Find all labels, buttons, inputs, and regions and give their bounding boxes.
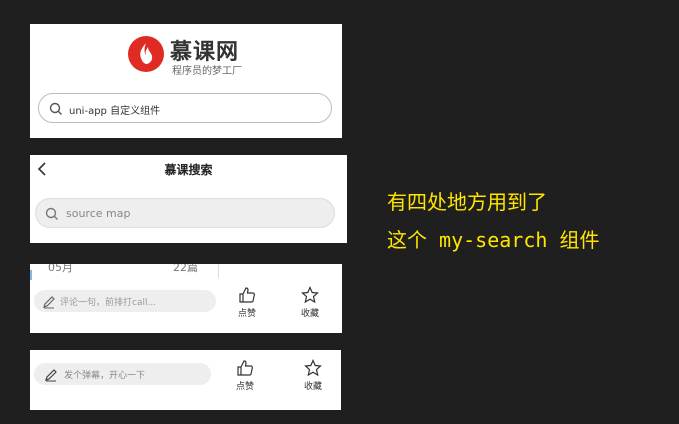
divider	[218, 264, 219, 278]
brand-slogan: 程序员的梦工厂	[172, 66, 242, 77]
search-input[interactable]: source map	[35, 198, 335, 228]
page-title: 慕课搜索	[164, 163, 213, 177]
star-icon	[304, 359, 322, 377]
caption-line-2: 这个 my-search 组件	[387, 228, 600, 252]
danmaku-input[interactable]: 发个弹幕，开心一下	[34, 363, 211, 385]
caption-line-1: 有四处地方用到了	[387, 190, 547, 214]
comment-placeholder: 评论一句，前排打call...	[60, 298, 157, 308]
imooc-logo: 慕课网 程序员的梦工厂	[128, 36, 278, 77]
danmaku-bar-panel: 发个弹幕，开心一下 点赞 收藏	[30, 350, 341, 410]
favorite-label: 收藏	[303, 382, 322, 392]
thumbs-up-icon	[239, 287, 255, 303]
favorite-label: 收藏	[300, 309, 319, 319]
home-search-bar[interactable]: uni-app 自定义组件	[38, 93, 332, 123]
pencil-icon	[44, 367, 58, 386]
like-button[interactable]: 点赞	[230, 286, 264, 319]
like-label: 点赞	[237, 309, 256, 319]
star-icon	[301, 286, 319, 304]
edge-marker	[30, 270, 32, 280]
flame-logo-icon	[128, 36, 164, 72]
comment-input[interactable]: 评论一句，前排打call...	[34, 290, 216, 312]
danmaku-placeholder: 发个弹幕，开心一下	[64, 371, 146, 381]
like-button[interactable]: 点赞	[228, 359, 262, 392]
favorite-button[interactable]: 收藏	[293, 286, 327, 319]
cropped-stat-left: 05月	[48, 264, 73, 274]
search-placeholder: uni-app 自定义组件	[69, 106, 161, 117]
search-icon	[49, 101, 63, 120]
search-icon	[45, 206, 59, 225]
favorite-button[interactable]: 收藏	[296, 359, 330, 392]
cropped-stat-right: 22篇	[173, 264, 198, 274]
search-page-panel: 慕课搜索 source map	[30, 155, 347, 243]
comment-bar-panel: 05月 22篇 评论一句，前排打call... 点赞 收藏	[30, 264, 342, 333]
like-label: 点赞	[235, 382, 254, 392]
search-placeholder: source map	[66, 207, 131, 220]
thumbs-up-icon	[237, 360, 253, 376]
home-search-panel: 慕课网 程序员的梦工厂 uni-app 自定义组件	[30, 24, 342, 138]
pencil-icon	[42, 294, 56, 313]
